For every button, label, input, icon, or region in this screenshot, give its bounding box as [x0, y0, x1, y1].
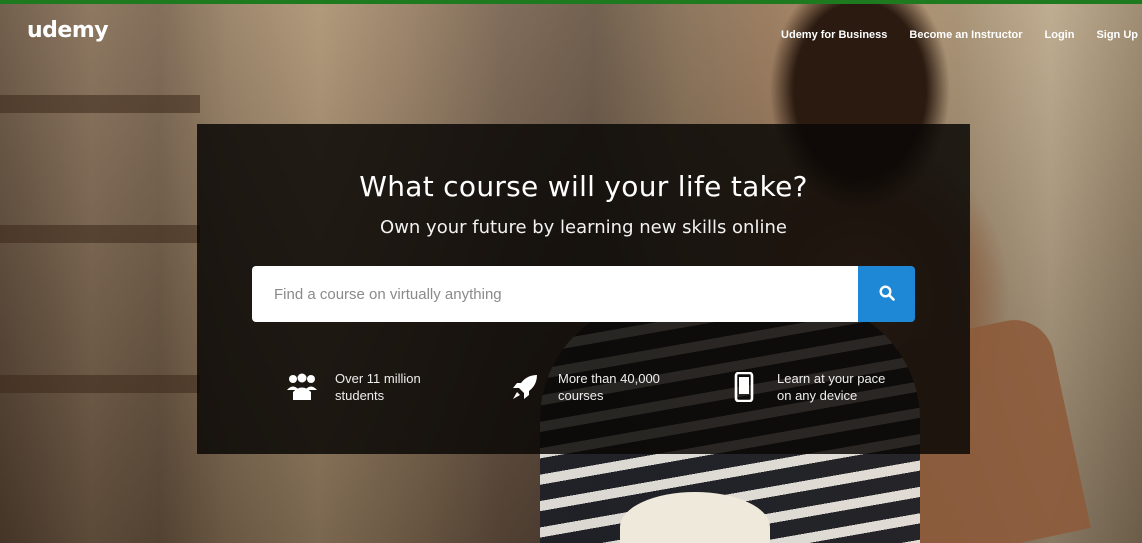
nav-link-become-instructor[interactable]: Become an Instructor — [909, 29, 1022, 41]
feature-device-line1: Learn at your pace — [777, 371, 886, 386]
feature-students-line2: students — [335, 388, 385, 403]
top-navigation: udemy Udemy for Business Become an Instr… — [0, 4, 1142, 64]
feature-students: Over 11 million students — [285, 370, 421, 404]
feature-courses-text: More than 40,000 courses — [558, 370, 660, 404]
feature-courses-line1: More than 40,000 — [558, 371, 660, 386]
hero-subtitle: Own your future by learning new skills o… — [380, 217, 787, 238]
hero-panel: What course will your life take? Own you… — [197, 124, 970, 454]
search-button[interactable] — [858, 266, 915, 322]
mobile-device-icon — [727, 370, 761, 404]
nav-link-sign-up[interactable]: Sign Up — [1096, 29, 1138, 41]
hero-title: What course will your life take? — [359, 170, 808, 203]
course-search-bar — [252, 266, 915, 322]
feature-device-line2: on any device — [777, 388, 858, 403]
feature-device-text: Learn at your pace on any device — [777, 370, 885, 404]
students-icon — [285, 370, 319, 404]
udemy-logo[interactable]: udemy — [27, 18, 109, 43]
course-search-input[interactable] — [252, 266, 858, 322]
feature-courses: More than 40,000 courses — [508, 370, 660, 404]
background-shelf — [0, 225, 200, 243]
top-accent-bar — [0, 0, 1142, 4]
nav-links: Udemy for Business Become an Instructor … — [781, 29, 1138, 41]
background-shelf — [0, 95, 200, 113]
nav-link-login[interactable]: Login — [1045, 29, 1075, 41]
search-icon — [878, 284, 895, 304]
nav-link-udemy-for-business[interactable]: Udemy for Business — [781, 29, 887, 41]
rocket-icon — [508, 370, 542, 404]
background-shelf — [0, 375, 200, 393]
feature-students-line1: Over 11 million — [335, 371, 421, 386]
udemy-homepage: udemy Udemy for Business Become an Instr… — [0, 0, 1142, 543]
feature-device: Learn at your pace on any device — [727, 370, 885, 404]
feature-students-text: Over 11 million students — [335, 370, 421, 404]
feature-courses-line2: courses — [558, 388, 604, 403]
